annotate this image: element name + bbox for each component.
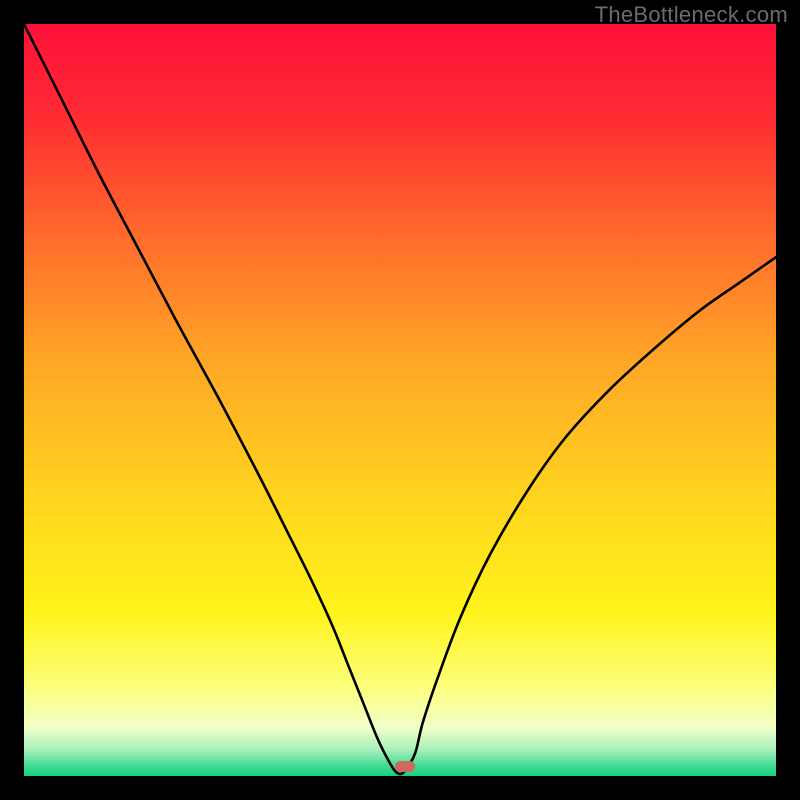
plot-area	[24, 24, 776, 776]
chart-frame: TheBottleneck.com	[0, 0, 800, 800]
bottleneck-curve	[24, 24, 776, 776]
watermark-text: TheBottleneck.com	[595, 2, 788, 28]
optimal-marker	[395, 761, 415, 772]
plot-outer	[24, 24, 776, 776]
